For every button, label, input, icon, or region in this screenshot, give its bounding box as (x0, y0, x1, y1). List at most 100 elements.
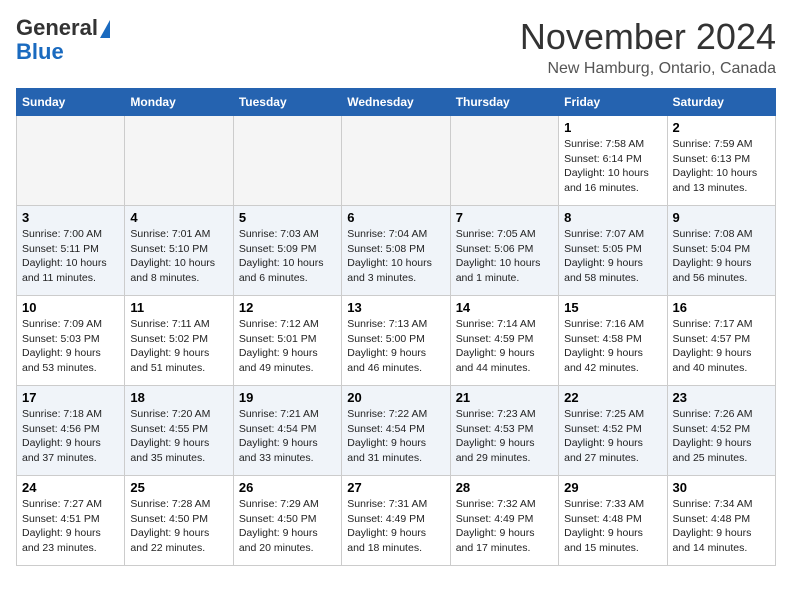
day-number: 8 (564, 210, 661, 225)
day-info: Sunrise: 7:09 AMSunset: 5:03 PMDaylight:… (22, 317, 119, 376)
calendar-day: 2 Sunrise: 7:59 AMSunset: 6:13 PMDaylight… (667, 116, 775, 206)
day-number: 13 (347, 300, 444, 315)
day-number: 16 (673, 300, 770, 315)
page-header: General Blue November 2024 New Hamburg, … (16, 16, 776, 78)
calendar-day: 25 Sunrise: 7:28 AMSunset: 4:50 PMDayligh… (125, 476, 233, 566)
day-info: Sunrise: 7:28 AMSunset: 4:50 PMDaylight:… (130, 497, 227, 556)
calendar-day (342, 116, 450, 206)
day-number: 14 (456, 300, 553, 315)
calendar-day (233, 116, 341, 206)
day-info: Sunrise: 7:11 AMSunset: 5:02 PMDaylight:… (130, 317, 227, 376)
day-number: 19 (239, 390, 336, 405)
calendar-week-row: 3 Sunrise: 7:00 AMSunset: 5:11 PMDaylight… (17, 206, 776, 296)
day-number: 23 (673, 390, 770, 405)
day-number: 11 (130, 300, 227, 315)
day-info: Sunrise: 7:33 AMSunset: 4:48 PMDaylight:… (564, 497, 661, 556)
day-info: Sunrise: 7:18 AMSunset: 4:56 PMDaylight:… (22, 407, 119, 466)
day-info: Sunrise: 7:23 AMSunset: 4:53 PMDaylight:… (456, 407, 553, 466)
day-info: Sunrise: 7:00 AMSunset: 5:11 PMDaylight:… (22, 227, 119, 286)
calendar-day: 21 Sunrise: 7:23 AMSunset: 4:53 PMDayligh… (450, 386, 558, 476)
day-number: 12 (239, 300, 336, 315)
weekday-header-row: SundayMondayTuesdayWednesdayThursdayFrid… (17, 89, 776, 116)
logo: General Blue (16, 16, 110, 64)
weekday-header-tuesday: Tuesday (233, 89, 341, 116)
calendar-day (125, 116, 233, 206)
calendar-day: 18Sunrise: 7:20 AMSunset: 4:55 PMDayligh… (125, 386, 233, 476)
calendar-day: 12 Sunrise: 7:12 AMSunset: 5:01 PMDayligh… (233, 296, 341, 386)
day-number: 28 (456, 480, 553, 495)
calendar-week-row: 17 Sunrise: 7:18 AMSunset: 4:56 PMDayligh… (17, 386, 776, 476)
day-number: 30 (673, 480, 770, 495)
calendar-day: 15 Sunrise: 7:16 AMSunset: 4:58 PMDayligh… (559, 296, 667, 386)
calendar-day: 3 Sunrise: 7:00 AMSunset: 5:11 PMDaylight… (17, 206, 125, 296)
day-info: Sunrise: 7:32 AMSunset: 4:49 PMDaylight:… (456, 497, 553, 556)
calendar-day: 27 Sunrise: 7:31 AMSunset: 4:49 PMDayligh… (342, 476, 450, 566)
calendar-day: 13 Sunrise: 7:13 AMSunset: 5:00 PMDayligh… (342, 296, 450, 386)
day-info: Sunrise: 7:13 AMSunset: 5:00 PMDaylight:… (347, 317, 444, 376)
calendar-day: 4Sunrise: 7:01 AMSunset: 5:10 PMDaylight… (125, 206, 233, 296)
day-number: 2 (673, 120, 770, 135)
weekday-header-friday: Friday (559, 89, 667, 116)
day-info: Sunrise: 7:12 AMSunset: 5:01 PMDaylight:… (239, 317, 336, 376)
weekday-header-thursday: Thursday (450, 89, 558, 116)
weekday-header-saturday: Saturday (667, 89, 775, 116)
day-info: Sunrise: 7:14 AMSunset: 4:59 PMDaylight:… (456, 317, 553, 376)
day-info: Sunrise: 7:04 AMSunset: 5:08 PMDaylight:… (347, 227, 444, 286)
calendar-day (450, 116, 558, 206)
day-info: Sunrise: 7:29 AMSunset: 4:50 PMDaylight:… (239, 497, 336, 556)
day-info: Sunrise: 7:21 AMSunset: 4:54 PMDaylight:… (239, 407, 336, 466)
day-number: 17 (22, 390, 119, 405)
calendar-day: 26 Sunrise: 7:29 AMSunset: 4:50 PMDayligh… (233, 476, 341, 566)
day-number: 26 (239, 480, 336, 495)
calendar-day: 8 Sunrise: 7:07 AMSunset: 5:05 PMDaylight… (559, 206, 667, 296)
day-info: Sunrise: 7:59 AMSunset: 6:13 PMDaylight:… (673, 137, 770, 196)
calendar-day: 1 Sunrise: 7:58 AMSunset: 6:14 PMDaylight… (559, 116, 667, 206)
title-block: November 2024 New Hamburg, Ontario, Cana… (520, 16, 776, 78)
calendar-day: 20Sunrise: 7:22 AMSunset: 4:54 PMDayligh… (342, 386, 450, 476)
day-info: Sunrise: 7:58 AMSunset: 6:14 PMDaylight:… (564, 137, 661, 196)
calendar-day: 23 Sunrise: 7:26 AMSunset: 4:52 PMDayligh… (667, 386, 775, 476)
day-info: Sunrise: 7:07 AMSunset: 5:05 PMDaylight:… (564, 227, 661, 286)
day-info: Sunrise: 7:22 AMSunset: 4:54 PMDaylight:… (347, 407, 444, 466)
day-info: Sunrise: 7:34 AMSunset: 4:48 PMDaylight:… (673, 497, 770, 556)
calendar-day: 11 Sunrise: 7:11 AMSunset: 5:02 PMDayligh… (125, 296, 233, 386)
calendar-day: 17 Sunrise: 7:18 AMSunset: 4:56 PMDayligh… (17, 386, 125, 476)
day-info: Sunrise: 7:31 AMSunset: 4:49 PMDaylight:… (347, 497, 444, 556)
weekday-header-wednesday: Wednesday (342, 89, 450, 116)
calendar-day (17, 116, 125, 206)
calendar-table: SundayMondayTuesdayWednesdayThursdayFrid… (16, 88, 776, 566)
calendar-day: 9Sunrise: 7:08 AMSunset: 5:04 PMDaylight… (667, 206, 775, 296)
day-number: 25 (130, 480, 227, 495)
day-info: Sunrise: 7:20 AMSunset: 4:55 PMDaylight:… (130, 407, 227, 466)
day-number: 9 (673, 210, 770, 225)
day-number: 21 (456, 390, 553, 405)
day-number: 1 (564, 120, 661, 135)
calendar-day: 5Sunrise: 7:03 AMSunset: 5:09 PMDaylight… (233, 206, 341, 296)
calendar-day: 6 Sunrise: 7:04 AMSunset: 5:08 PMDaylight… (342, 206, 450, 296)
day-number: 5 (239, 210, 336, 225)
weekday-header-sunday: Sunday (17, 89, 125, 116)
day-number: 7 (456, 210, 553, 225)
month-title: November 2024 (520, 16, 776, 58)
day-number: 24 (22, 480, 119, 495)
day-info: Sunrise: 7:17 AMSunset: 4:57 PMDaylight:… (673, 317, 770, 376)
day-number: 6 (347, 210, 444, 225)
logo-blue: Blue (16, 39, 64, 64)
calendar-day: 29 Sunrise: 7:33 AMSunset: 4:48 PMDayligh… (559, 476, 667, 566)
day-number: 27 (347, 480, 444, 495)
day-number: 29 (564, 480, 661, 495)
day-number: 15 (564, 300, 661, 315)
day-info: Sunrise: 7:25 AMSunset: 4:52 PMDaylight:… (564, 407, 661, 466)
day-info: Sunrise: 7:01 AMSunset: 5:10 PMDaylight:… (130, 227, 227, 286)
calendar-day: 30 Sunrise: 7:34 AMSunset: 4:48 PMDayligh… (667, 476, 775, 566)
day-info: Sunrise: 7:26 AMSunset: 4:52 PMDaylight:… (673, 407, 770, 466)
calendar-day: 16 Sunrise: 7:17 AMSunset: 4:57 PMDayligh… (667, 296, 775, 386)
day-info: Sunrise: 7:16 AMSunset: 4:58 PMDaylight:… (564, 317, 661, 376)
location-title: New Hamburg, Ontario, Canada (520, 60, 776, 78)
day-number: 10 (22, 300, 119, 315)
calendar-day: 22 Sunrise: 7:25 AMSunset: 4:52 PMDayligh… (559, 386, 667, 476)
weekday-header-monday: Monday (125, 89, 233, 116)
day-number: 3 (22, 210, 119, 225)
calendar-week-row: 1 Sunrise: 7:58 AMSunset: 6:14 PMDaylight… (17, 116, 776, 206)
day-number: 22 (564, 390, 661, 405)
